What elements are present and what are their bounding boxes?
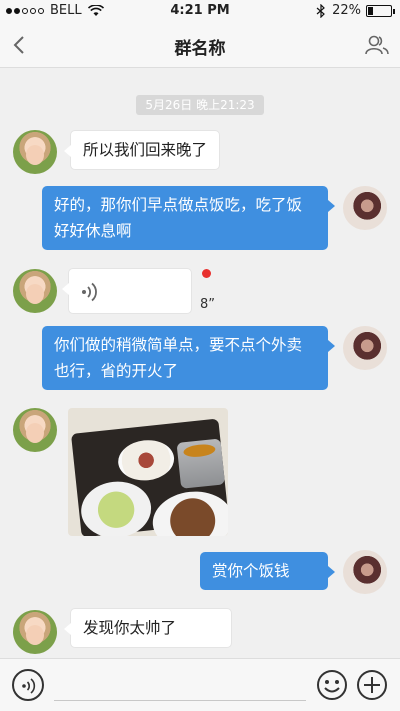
input-bar <box>0 658 400 711</box>
food-tray-photo[interactable] <box>68 408 228 536</box>
plus-icon[interactable] <box>356 669 388 701</box>
battery-icon <box>366 4 395 17</box>
photo-meat-plate <box>149 487 228 536</box>
outgoing-message-bubble[interactable]: 赏你个饭钱 <box>200 552 335 590</box>
group-members-icon[interactable] <box>364 32 390 58</box>
voice-wave-icon <box>22 678 36 694</box>
outgoing-message-bubble[interactable]: 你们做的稍微简单点，要不点个外卖也行，省的开火了 <box>42 326 335 390</box>
my-avatar[interactable] <box>343 550 387 594</box>
my-avatar[interactable] <box>343 186 387 230</box>
battery-level <box>368 6 373 15</box>
battery-percent: 22% <box>332 3 361 18</box>
unread-indicator <box>202 269 211 278</box>
sender-avatar[interactable] <box>13 408 57 452</box>
incoming-message-bubble[interactable]: 发现你太帅了 <box>64 608 232 648</box>
photo-soup-cup <box>176 438 226 489</box>
voice-wave-icon <box>82 282 97 302</box>
outgoing-message-bubble[interactable]: 好的，那你们早点做点饭吃，吃了饭好好休息啊 <box>42 186 335 250</box>
message-timestamp: 5月26日 晚上21:23 <box>136 95 264 115</box>
voice-duration: 8” <box>200 297 216 312</box>
sender-avatar[interactable] <box>13 130 57 174</box>
voice-input-icon[interactable] <box>12 669 44 701</box>
nav-bar: 群名称 <box>0 22 400 68</box>
sender-avatar[interactable] <box>13 269 57 313</box>
photo-greens-plate <box>78 478 154 536</box>
status-right: 22% <box>316 3 395 18</box>
bluetooth-icon <box>316 3 325 18</box>
emoji-icon[interactable] <box>316 669 348 701</box>
message-input[interactable] <box>54 671 306 701</box>
photo-rice-bowl <box>116 437 177 484</box>
photo-tray <box>70 418 228 536</box>
message-list[interactable]: 5月26日 晚上21:23 所以我们回来晚了 好的，那你们早点做点饭吃，吃了饭好… <box>0 68 400 658</box>
incoming-message-bubble[interactable]: 所以我们回来晚了 <box>63 130 221 170</box>
my-avatar[interactable] <box>343 326 387 370</box>
page-title: 群名称 <box>174 39 226 59</box>
sender-avatar[interactable] <box>13 610 57 654</box>
status-bar: BELL 4:21 PM 22% <box>0 0 400 22</box>
voice-message-bubble[interactable] <box>62 268 192 314</box>
